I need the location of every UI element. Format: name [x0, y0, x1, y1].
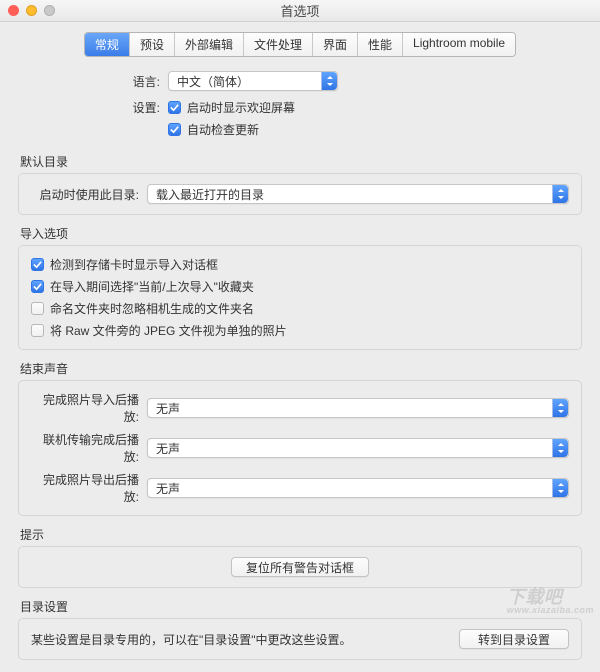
tab-bar: 常规 预设 外部编辑 文件处理 界面 性能 Lightroom mobile	[18, 32, 582, 57]
settings-row: 设置: 启动时显示欢迎屏幕 自动检查更新	[18, 99, 582, 143]
section-default-catalog: 默认目录	[20, 153, 582, 170]
section-completion-sounds: 结束声音	[20, 360, 582, 377]
checkbox-icon	[168, 101, 181, 114]
checkbox-label: 检测到存储卡时显示导入对话框	[50, 256, 218, 273]
checkbox-updates[interactable]: 自动检查更新	[168, 121, 295, 138]
checkbox-label: 命名文件夹时忽略相机生成的文件夹名	[50, 300, 254, 317]
checkbox-label: 启动时显示欢迎屏幕	[187, 99, 295, 116]
checkbox-label: 自动检查更新	[187, 121, 259, 138]
import-options-box: 检测到存储卡时显示导入对话框 在导入期间选择"当前/上次导入"收藏夹 命名文件夹…	[18, 245, 582, 350]
startup-catalog-value: 载入最近打开的目录	[156, 186, 264, 203]
checkbox-icon	[31, 302, 44, 315]
chevron-updown-icon	[552, 439, 568, 457]
checkbox-ignore-camera-folder[interactable]: 命名文件夹时忽略相机生成的文件夹名	[31, 300, 569, 317]
settings-checkboxes: 启动时显示欢迎屏幕 自动检查更新	[168, 99, 295, 143]
tab-file-handling[interactable]: 文件处理	[244, 33, 313, 56]
minimize-icon[interactable]	[26, 5, 37, 16]
goto-catalog-settings-button[interactable]: 转到目录设置	[459, 629, 569, 649]
checkbox-jpeg-separate[interactable]: 将 Raw 文件旁的 JPEG 文件视为单独的照片	[31, 322, 569, 339]
language-value: 中文（简体）	[177, 73, 249, 90]
sound-export-value: 无声	[156, 480, 180, 497]
checkbox-label: 在导入期间选择"当前/上次导入"收藏夹	[50, 278, 254, 295]
window-title: 首选项	[0, 1, 600, 20]
content: 常规 预设 外部编辑 文件处理 界面 性能 Lightroom mobile 语…	[0, 22, 600, 672]
language-label: 语言:	[18, 73, 168, 90]
tab-lightroom-mobile[interactable]: Lightroom mobile	[403, 33, 515, 56]
tab-interface[interactable]: 界面	[313, 33, 358, 56]
sound-tether-label: 联机传输完成后播放:	[31, 431, 147, 465]
checkbox-current-import[interactable]: 在导入期间选择"当前/上次导入"收藏夹	[31, 278, 569, 295]
traffic-lights	[8, 5, 55, 16]
checkbox-icon	[168, 123, 181, 136]
tab-general[interactable]: 常规	[85, 33, 130, 56]
section-catalog-settings: 目录设置	[20, 598, 582, 615]
sound-tether-value: 无声	[156, 440, 180, 457]
tab-segmented: 常规 预设 外部编辑 文件处理 界面 性能 Lightroom mobile	[84, 32, 516, 57]
sound-import-label: 完成照片导入后播放:	[31, 391, 147, 425]
language-row: 语言: 中文（简体）	[18, 71, 582, 91]
default-catalog-box: 启动时使用此目录: 载入最近打开的目录	[18, 173, 582, 215]
prompts-box: 复位所有警告对话框	[18, 546, 582, 588]
tab-external-editing[interactable]: 外部编辑	[175, 33, 244, 56]
checkbox-icon	[31, 324, 44, 337]
startup-catalog-select[interactable]: 载入最近打开的目录	[147, 184, 569, 204]
chevron-updown-icon	[321, 72, 337, 90]
sound-export-label: 完成照片导出后播放:	[31, 471, 147, 505]
catalog-settings-box: 某些设置是目录专用的，可以在"目录设置"中更改这些设置。 转到目录设置	[18, 618, 582, 660]
checkbox-icon	[31, 258, 44, 271]
sound-export-select[interactable]: 无声	[147, 478, 569, 498]
checkbox-splash[interactable]: 启动时显示欢迎屏幕	[168, 99, 295, 116]
checkbox-icon	[31, 280, 44, 293]
section-prompts: 提示	[20, 526, 582, 543]
section-import-options: 导入选项	[20, 225, 582, 242]
tab-performance[interactable]: 性能	[358, 33, 403, 56]
sound-import-value: 无声	[156, 400, 180, 417]
chevron-updown-icon	[552, 479, 568, 497]
sound-import-select[interactable]: 无声	[147, 398, 569, 418]
chevron-updown-icon	[552, 399, 568, 417]
sound-tether-select[interactable]: 无声	[147, 438, 569, 458]
checkbox-import-dialog[interactable]: 检测到存储卡时显示导入对话框	[31, 256, 569, 273]
checkbox-label: 将 Raw 文件旁的 JPEG 文件视为单独的照片	[50, 322, 287, 339]
zoom-icon	[44, 5, 55, 16]
close-icon[interactable]	[8, 5, 19, 16]
reset-warnings-button[interactable]: 复位所有警告对话框	[231, 557, 369, 577]
language-select[interactable]: 中文（简体）	[168, 71, 338, 91]
settings-label: 设置:	[18, 99, 168, 116]
tab-presets[interactable]: 预设	[130, 33, 175, 56]
catalog-settings-text: 某些设置是目录专用的，可以在"目录设置"中更改这些设置。	[31, 631, 352, 648]
completion-sounds-box: 完成照片导入后播放: 无声 联机传输完成后播放: 无声 完成照片导出后播放: 无…	[18, 380, 582, 516]
startup-catalog-label: 启动时使用此目录:	[31, 186, 147, 203]
titlebar: 首选项	[0, 0, 600, 22]
chevron-updown-icon	[552, 185, 568, 203]
